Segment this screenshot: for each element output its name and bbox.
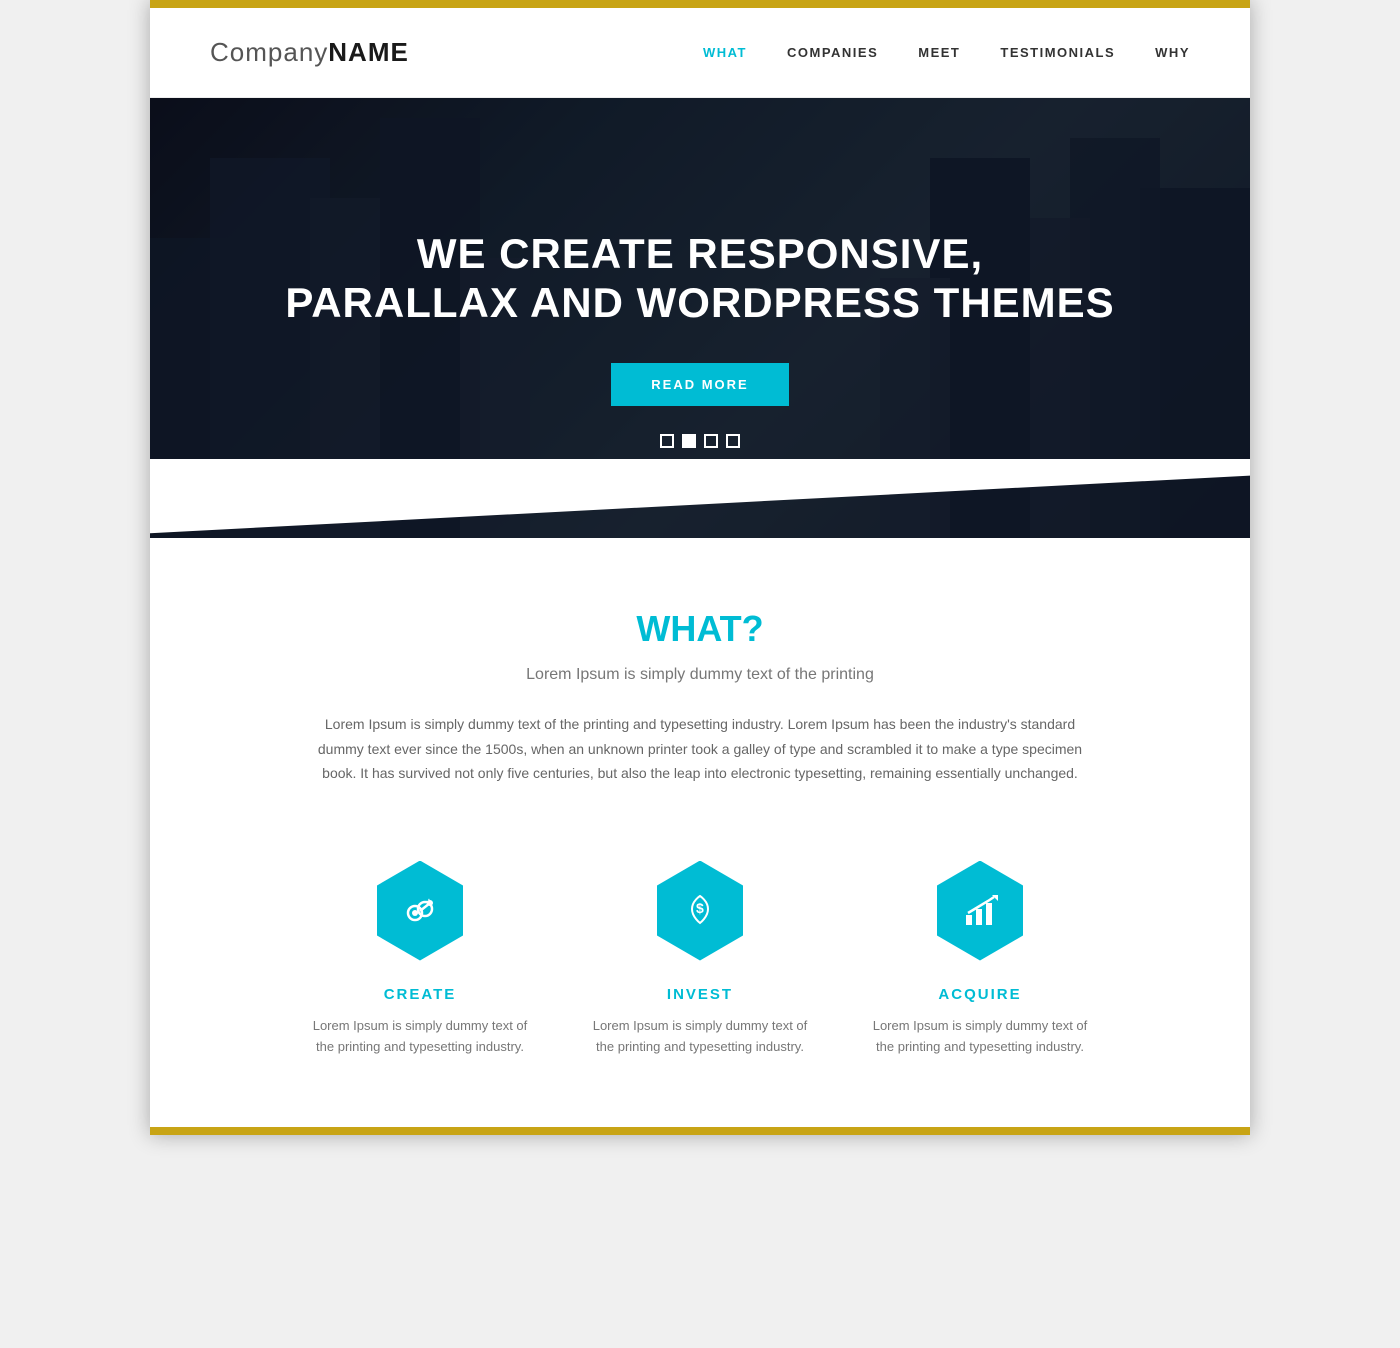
invest-hex-icon: $ bbox=[645, 856, 755, 966]
top-bar bbox=[150, 0, 1250, 8]
acquire-text: Lorem Ipsum is simply dummy text of the … bbox=[870, 1015, 1090, 1058]
feature-acquire: ACQUIRE Lorem Ipsum is simply dummy text… bbox=[870, 856, 1090, 1058]
invest-hex-shape: $ bbox=[650, 861, 750, 961]
hero-section: WE CREATE RESPONSIVE, PARALLAX AND WORDP… bbox=[150, 98, 1250, 538]
header: CompanyNAME WHAT COMPANIES MEET TESTIMON… bbox=[150, 8, 1250, 98]
feature-create: + CREATE Lorem Ipsum is simply dummy tex… bbox=[310, 856, 530, 1058]
create-label: CREATE bbox=[310, 986, 530, 1003]
features-row: + CREATE Lorem Ipsum is simply dummy tex… bbox=[210, 846, 1190, 1078]
what-title: WHAT? bbox=[210, 608, 1190, 650]
create-text: Lorem Ipsum is simply dummy text of the … bbox=[310, 1015, 530, 1058]
nav-testimonials[interactable]: TESTIMONIALS bbox=[1000, 45, 1115, 60]
nav-what[interactable]: WHAT bbox=[703, 45, 747, 60]
acquire-label: ACQUIRE bbox=[870, 986, 1090, 1003]
nav-meet[interactable]: MEET bbox=[918, 45, 960, 60]
what-body: Lorem Ipsum is simply dummy text of the … bbox=[310, 712, 1090, 786]
invest-text: Lorem Ipsum is simply dummy text of the … bbox=[590, 1015, 810, 1058]
nav-companies[interactable]: COMPANIES bbox=[787, 45, 878, 60]
svg-text:+: + bbox=[426, 897, 432, 908]
what-subtitle: Lorem Ipsum is simply dummy text of the … bbox=[210, 666, 1190, 684]
bottom-bar bbox=[150, 1127, 1250, 1135]
feature-invest: $ INVEST Lorem Ipsum is simply dummy tex… bbox=[590, 856, 810, 1058]
main-nav: WHAT COMPANIES MEET TESTIMONIALS WHY bbox=[703, 45, 1190, 60]
dot-2[interactable] bbox=[682, 434, 696, 448]
logo-bold: NAME bbox=[328, 37, 409, 67]
what-section: WHAT? Lorem Ipsum is simply dummy text o… bbox=[150, 538, 1250, 1127]
logo-regular: Company bbox=[210, 37, 328, 67]
hero-read-more-button[interactable]: READ MORE bbox=[611, 363, 788, 406]
dot-1[interactable] bbox=[660, 434, 674, 448]
hero-content: WE CREATE RESPONSIVE, PARALLAX AND WORDP… bbox=[245, 230, 1154, 406]
logo: CompanyNAME bbox=[210, 37, 409, 68]
slider-dots bbox=[660, 434, 740, 448]
acquire-hex-shape bbox=[930, 861, 1030, 961]
create-hex-icon: + bbox=[365, 856, 475, 966]
dot-3[interactable] bbox=[704, 434, 718, 448]
create-hex-shape: + bbox=[370, 861, 470, 961]
nav-why[interactable]: WHY bbox=[1155, 45, 1190, 60]
hero-title: WE CREATE RESPONSIVE, PARALLAX AND WORDP… bbox=[285, 230, 1114, 327]
dot-4[interactable] bbox=[726, 434, 740, 448]
svg-text:$: $ bbox=[696, 900, 704, 916]
acquire-hex-icon bbox=[925, 856, 1035, 966]
hero-cut bbox=[150, 459, 1250, 538]
invest-label: INVEST bbox=[590, 986, 810, 1003]
